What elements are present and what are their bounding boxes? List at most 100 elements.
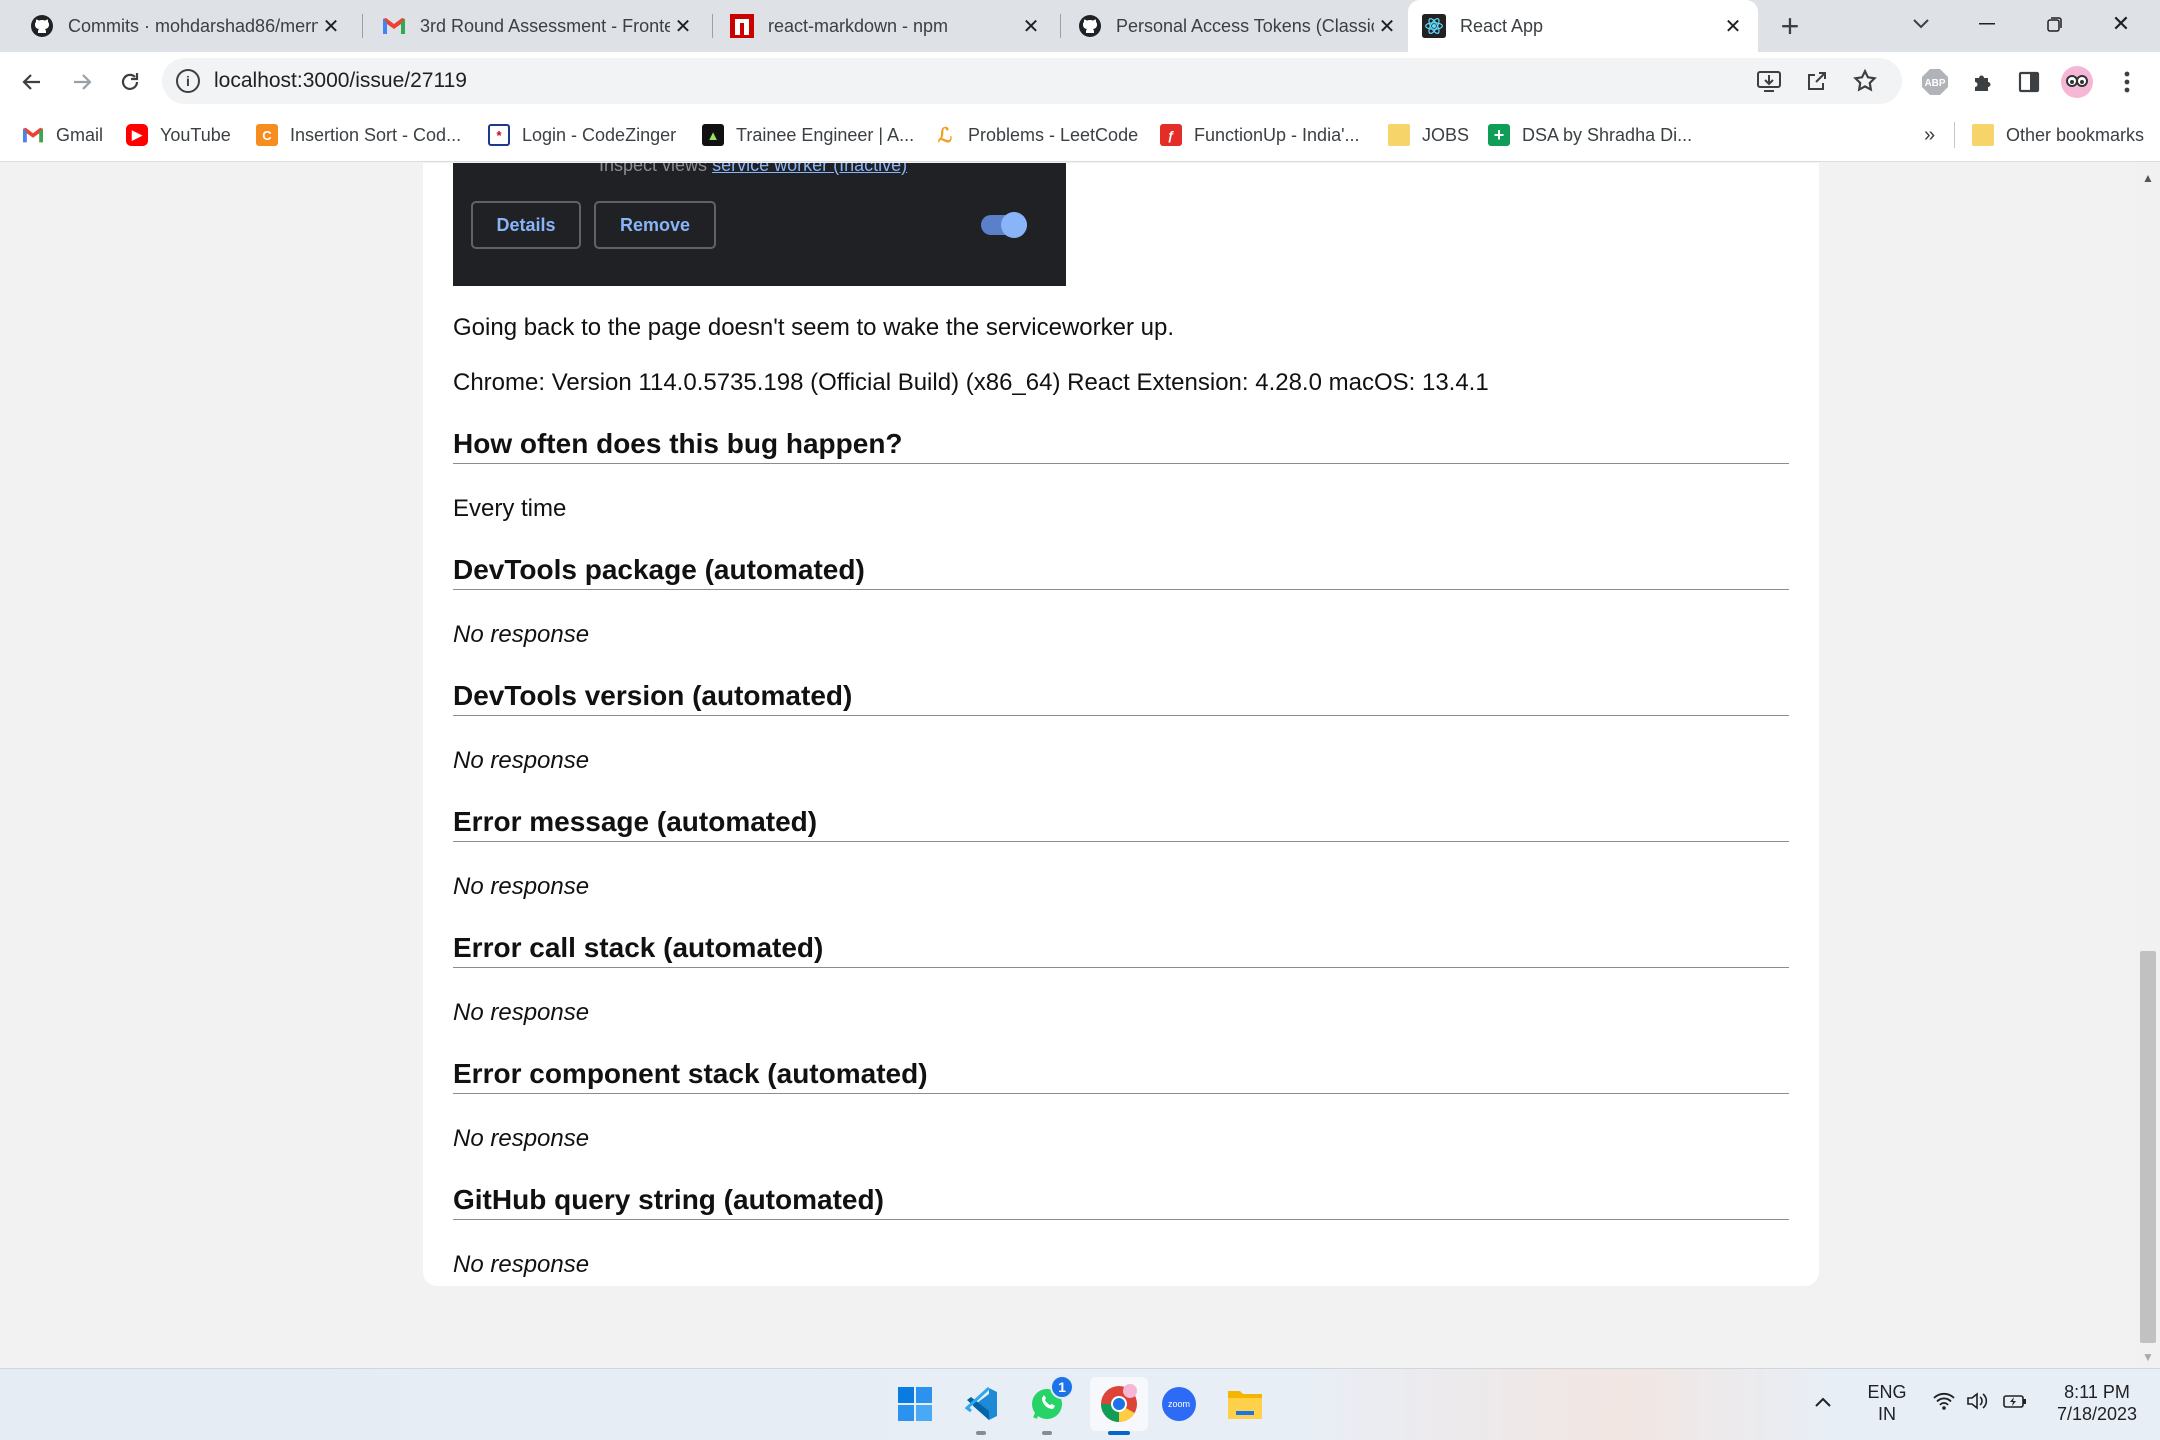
clock-date: 7/18/2023	[2056, 1404, 2138, 1424]
folder-icon	[1972, 124, 1994, 146]
codezinger-icon: *	[488, 124, 510, 146]
bookmark-label: YouTube	[160, 124, 231, 145]
language-code: ENG	[1867, 1382, 1907, 1402]
back-arrow-icon[interactable]	[12, 62, 52, 102]
remove-button: Remove	[594, 201, 716, 249]
profile-avatar[interactable]	[2060, 65, 2094, 99]
tab-title: Commits · mohdarshad86/mern	[68, 15, 318, 36]
npm-icon	[730, 14, 754, 38]
bookmark-label: DSA by Shradha Di...	[1522, 124, 1693, 145]
scroll-up-icon[interactable]: ▲	[2142, 171, 2154, 185]
active-window-indicator	[1108, 1431, 1130, 1435]
close-icon[interactable]: ✕	[1720, 13, 1746, 39]
bookmark-other[interactable]: Other bookmarks	[1972, 110, 2144, 160]
file-explorer-icon[interactable]	[1222, 1381, 1268, 1427]
side-panel-icon[interactable]	[2012, 65, 2046, 99]
section-body: Every time	[453, 495, 567, 522]
bookmark-folder-jobs[interactable]: JOBS	[1388, 110, 1469, 160]
issue-environment: Chrome: Version 114.0.5735.198 (Official…	[453, 369, 1489, 396]
windows-taskbar: 1 zoom ENG IN 8:11 PM 7/18/2023	[0, 1368, 2160, 1440]
more-menu-icon[interactable]	[2110, 65, 2144, 99]
close-icon[interactable]: ✕	[1018, 13, 1044, 39]
new-tab-button[interactable]: +	[1772, 8, 1808, 44]
tab-react-app[interactable]: React App ✕	[1408, 0, 1758, 52]
section-heading: Error call stack (automated)	[453, 932, 1789, 968]
windows-start-icon[interactable]	[892, 1381, 938, 1427]
input-language-indicator[interactable]: ENG IN	[1864, 1381, 1910, 1425]
tab-commits[interactable]: Commits · mohdarshad86/mern ✕	[0, 0, 356, 52]
notification-badge: 1	[1050, 1375, 1074, 1399]
tab-npm[interactable]: react-markdown - npm ✕	[700, 0, 1056, 52]
page-viewport: Inspect views service worker (Inactive) …	[0, 163, 2136, 1368]
section-heading: DevTools version (automated)	[453, 680, 1789, 716]
tab-title: Personal Access Tokens (Classic)	[1116, 15, 1374, 36]
gmail-icon	[22, 124, 44, 146]
bookmark-star-icon[interactable]	[1848, 64, 1882, 98]
install-app-icon[interactable]	[1752, 64, 1786, 98]
bookmarks-overflow-button[interactable]: »	[1924, 110, 1935, 160]
close-icon[interactable]: ✕	[670, 13, 696, 39]
tab-gmail[interactable]: 3rd Round Assessment - Fronten ✕	[352, 0, 708, 52]
reload-icon[interactable]	[110, 62, 150, 102]
adblock-plus-icon[interactable]: ABP	[1918, 65, 1952, 99]
bookmark-leetcode[interactable]: ℒ Problems - LeetCode	[934, 110, 1138, 160]
url-text[interactable]: localhost:3000/issue/27119	[214, 69, 467, 93]
section-body: No response	[453, 1251, 590, 1278]
address-bar[interactable]: i localhost:3000/issue/27119	[162, 58, 1902, 104]
battery-charging-icon[interactable]	[2002, 1391, 2028, 1416]
toggle-knob	[1001, 212, 1027, 238]
site-info-icon[interactable]: i	[176, 69, 200, 93]
restore-button[interactable]	[2022, 0, 2088, 48]
bookmark-youtube[interactable]: ▶ YouTube	[126, 110, 231, 160]
tab-search-chevron-icon[interactable]	[1888, 0, 1954, 48]
extensions-puzzle-icon[interactable]	[1966, 65, 2000, 99]
details-button: Details	[471, 201, 581, 249]
minimize-button[interactable]	[1954, 0, 2020, 48]
volume-icon[interactable]	[1966, 1391, 1990, 1416]
vertical-scrollbar[interactable]: ▲ ▼	[2136, 163, 2160, 1368]
github-icon	[30, 14, 54, 38]
vscode-icon[interactable]	[958, 1381, 1004, 1435]
tab-personal-access-tokens[interactable]: Personal Access Tokens (Classic) ✕	[1048, 0, 1412, 52]
issue-card: Inspect views service worker (Inactive) …	[423, 163, 1819, 1286]
bookmark-label: FunctionUp - India'...	[1194, 124, 1360, 145]
scrollbar-thumb[interactable]	[2140, 951, 2156, 1343]
section-heading: Error message (automated)	[453, 806, 1789, 842]
close-icon[interactable]: ✕	[1374, 13, 1400, 39]
show-hidden-icons-chevron[interactable]	[1814, 1391, 1832, 1413]
bookmark-codezinger[interactable]: * Login - CodeZinger	[488, 110, 676, 160]
bookmarks-divider	[1954, 122, 1955, 148]
inspect-views-text: Inspect views service worker (Inactive)	[599, 163, 907, 176]
bookmark-dsa[interactable]: + DSA by Shradha Di...	[1488, 110, 1692, 160]
bookmark-insertion-sort[interactable]: C Insertion Sort - Cod...	[256, 110, 461, 160]
whatsapp-icon[interactable]: 1	[1024, 1375, 1074, 1435]
company-icon: ▲	[702, 124, 724, 146]
bookmarks-bar: Gmail ▶ YouTube C Insertion Sort - Cod..…	[0, 110, 2160, 162]
bookmark-label: Problems - LeetCode	[968, 124, 1139, 145]
tab-strip: Commits · mohdarshad86/mern ✕ 3rd Round …	[0, 0, 2160, 52]
browser-toolbar: i localhost:3000/issue/27119 ABP	[0, 52, 2160, 110]
bookmark-label: Login - CodeZinger	[522, 124, 677, 145]
tab-title: React App	[1460, 15, 1544, 36]
chrome-icon[interactable]	[1090, 1377, 1148, 1435]
wifi-icon[interactable]	[1932, 1391, 1956, 1416]
functionup-icon: ƒ	[1160, 124, 1182, 146]
inspect-prefix: Inspect views	[599, 163, 708, 175]
scroll-down-icon[interactable]: ▼	[2142, 1350, 2154, 1364]
share-icon[interactable]	[1800, 64, 1834, 98]
tab-title: 3rd Round Assessment - Fronten	[420, 15, 670, 36]
section-body: No response	[453, 747, 590, 774]
clock[interactable]: 8:11 PM 7/18/2023	[2044, 1381, 2150, 1425]
bookmark-label: Insertion Sort - Cod...	[290, 124, 462, 145]
embedded-screenshot: Inspect views service worker (Inactive) …	[453, 163, 1066, 286]
bookmark-functionup[interactable]: ƒ FunctionUp - India'...	[1160, 110, 1360, 160]
bookmark-gmail[interactable]: Gmail	[22, 110, 103, 160]
zoom-icon[interactable]: zoom	[1156, 1381, 1202, 1427]
react-icon	[1422, 14, 1446, 38]
bookmark-trainee-engineer[interactable]: ▲ Trainee Engineer | A...	[702, 110, 914, 160]
tab-title: react-markdown - npm	[768, 15, 949, 36]
close-window-button[interactable]: ✕	[2088, 0, 2154, 48]
close-icon[interactable]: ✕	[318, 13, 344, 39]
forward-arrow-icon[interactable]	[62, 62, 102, 102]
gmail-icon	[382, 14, 406, 38]
